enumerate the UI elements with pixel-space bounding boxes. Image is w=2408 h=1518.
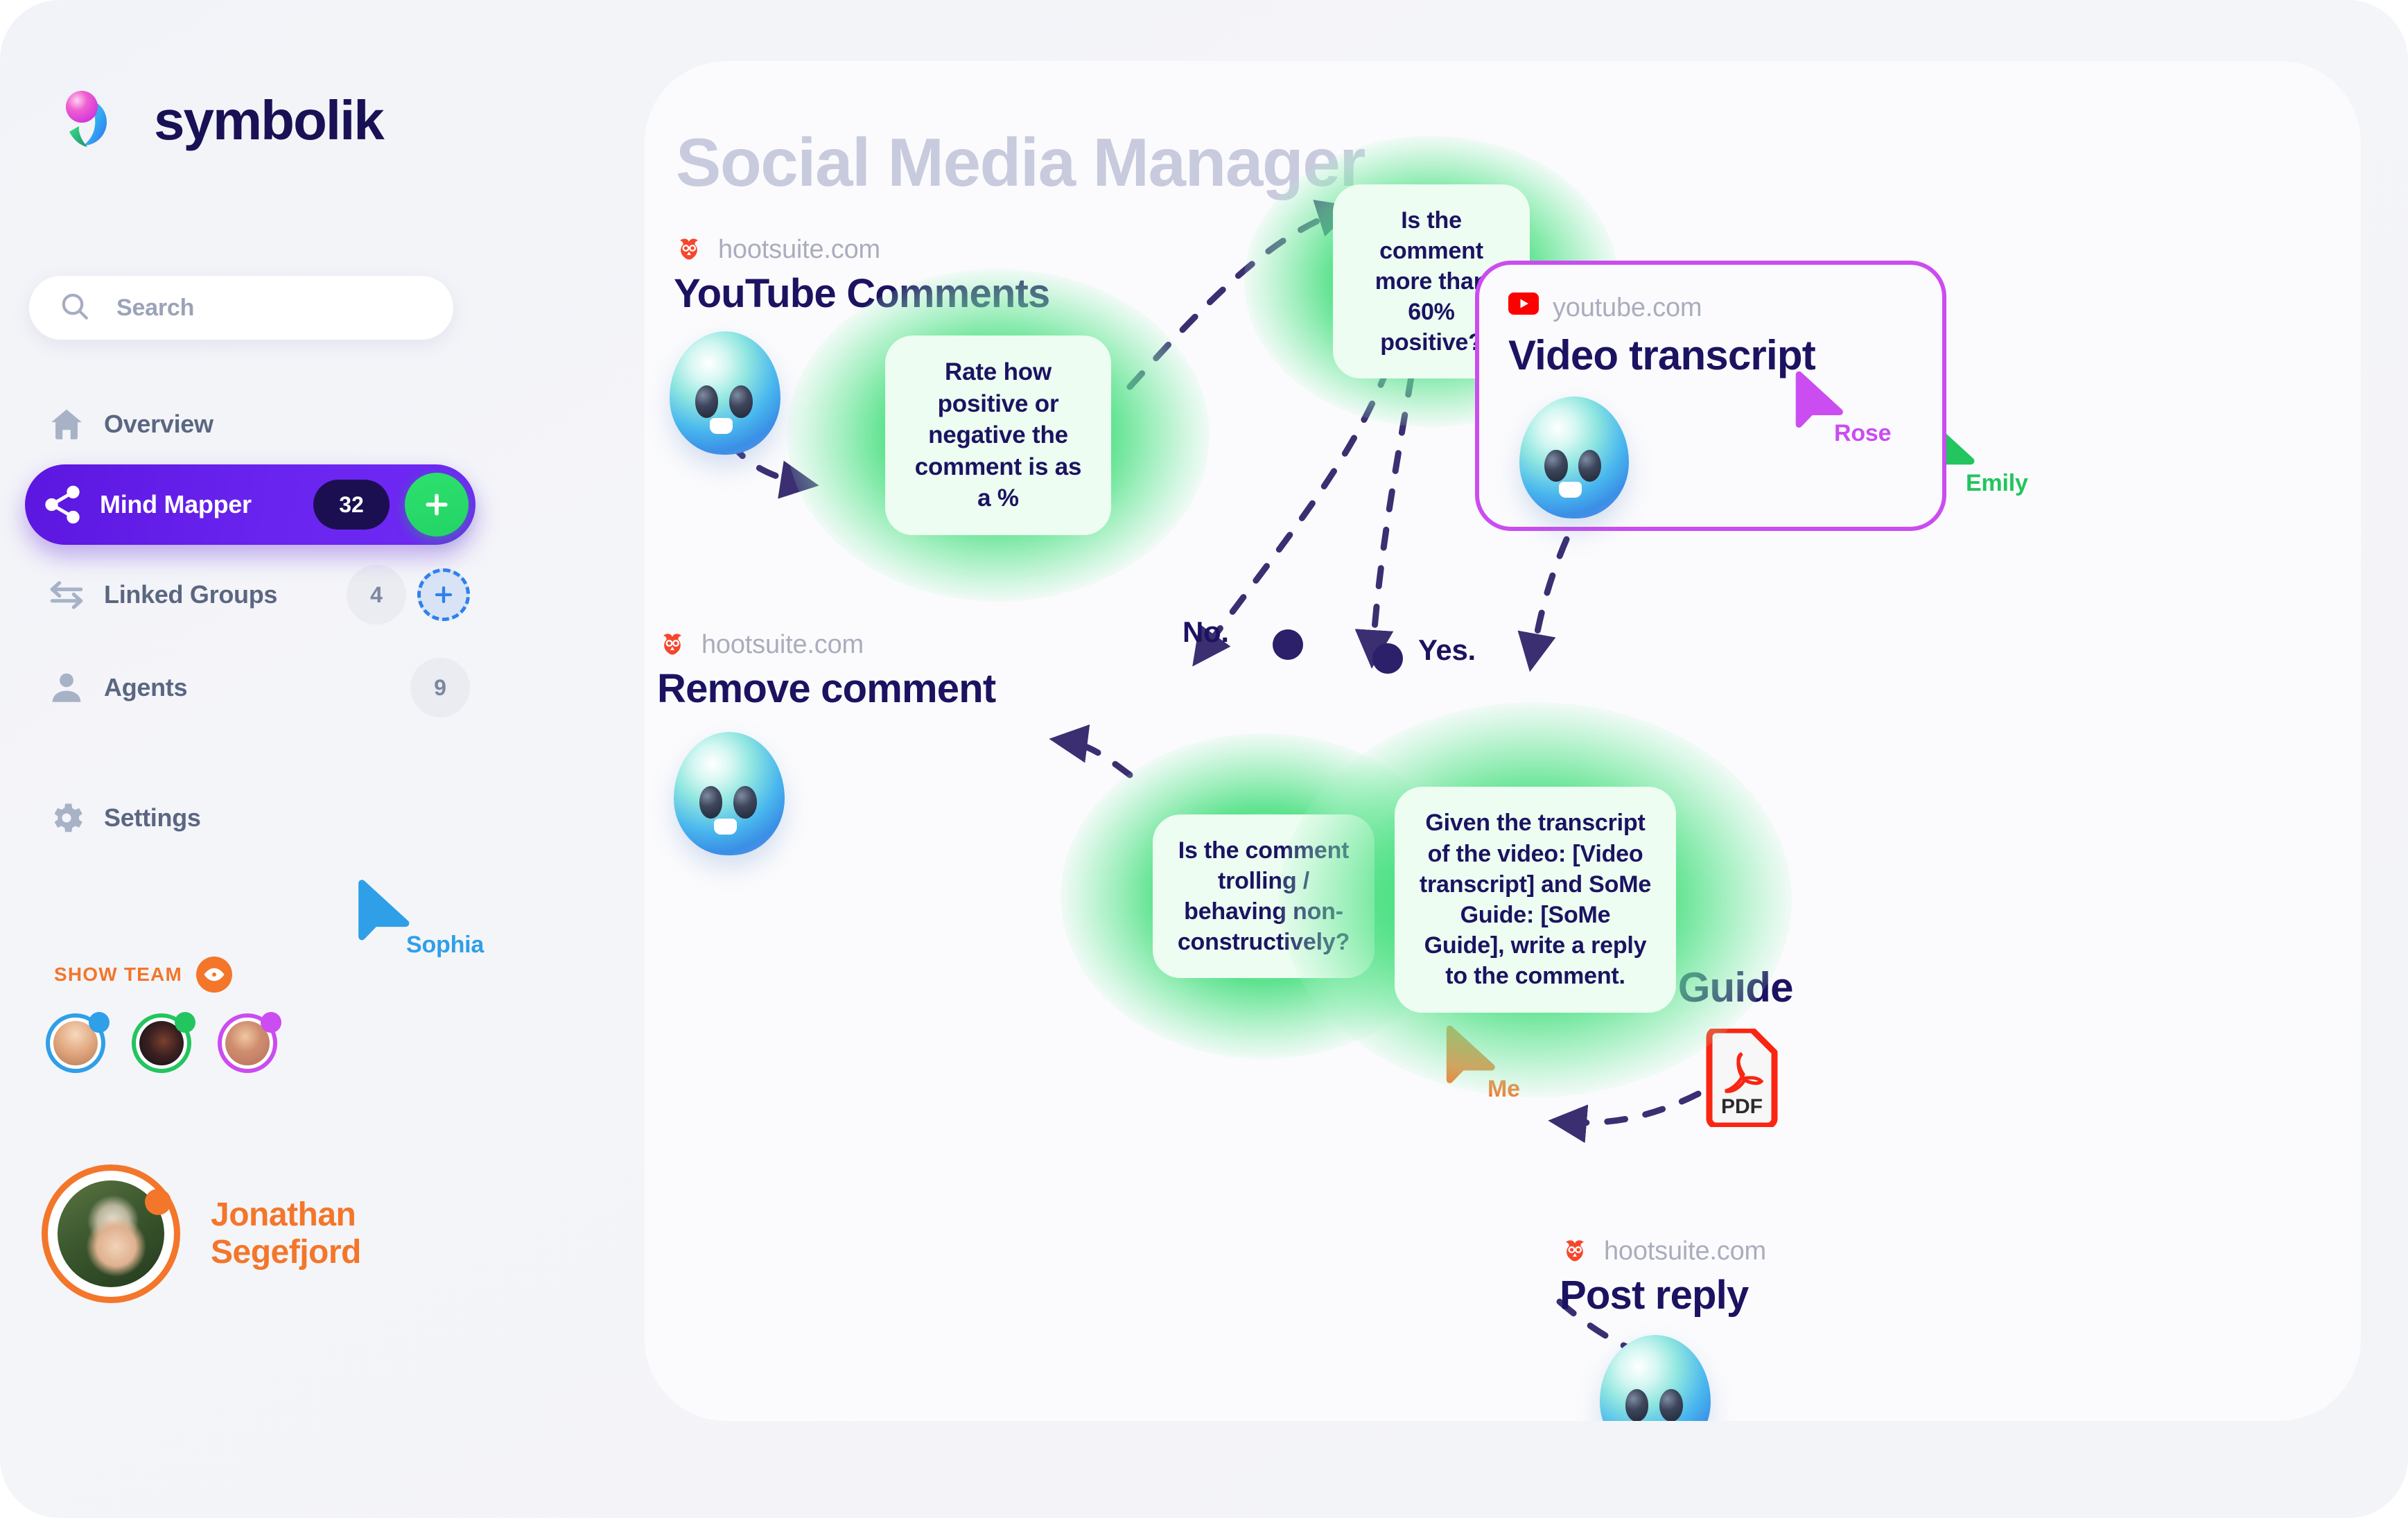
- sidebar-item-overview[interactable]: Overview: [29, 388, 470, 460]
- show-team-toggle[interactable]: SHOW TEAM: [54, 957, 233, 993]
- cursor-rose: Rose: [1792, 370, 1892, 446]
- avatar[interactable]: [218, 1012, 281, 1073]
- agent-bot-avatar[interactable]: [1519, 396, 1629, 518]
- source-domain-label: hootsuite.com: [1604, 1236, 1766, 1266]
- mind-mapper-count-badge: 32: [313, 480, 390, 530]
- transfer-arrows-icon: [29, 573, 104, 616]
- sidebar-item-label: Agents: [104, 673, 188, 701]
- sidebar-item-label: Overview: [104, 410, 213, 438]
- linked-groups-count-badge: 4: [347, 565, 406, 625]
- search-icon: [58, 290, 91, 326]
- source-video-transcript[interactable]: youtube.com Video transcript Rose: [1475, 261, 1946, 531]
- gear-icon: [29, 798, 104, 838]
- team-avatar-list: [46, 1012, 281, 1073]
- cursor-label: Rose: [1834, 420, 1892, 446]
- user-profile[interactable]: Jonathan Segefjord: [42, 1164, 361, 1303]
- app-window: symbolik Search Overview Mind Mapper 32 …: [0, 0, 2408, 1518]
- pdf-file-icon[interactable]: PDF: [1704, 1027, 1780, 1129]
- agents-count-badge: 9: [410, 658, 470, 717]
- mind-map-canvas[interactable]: Social Media Manager hootsuite.com YouTu…: [645, 61, 2361, 1421]
- node-write-reply-prompt[interactable]: Given the transcript of the video: [Vide…: [1279, 702, 1792, 1097]
- sidebar-item-mind-mapper[interactable]: Mind Mapper 32: [25, 464, 476, 545]
- search-placeholder: Search: [116, 294, 195, 321]
- avatar[interactable]: [132, 1012, 195, 1073]
- source-remove-comment[interactable]: hootsuite.com Remove comment: [657, 629, 996, 712]
- sidebar-item-agents[interactable]: Agents 9: [29, 652, 470, 724]
- share-nodes-icon: [25, 483, 100, 526]
- brand-name: symbolik: [154, 89, 385, 151]
- agent-bot-avatar[interactable]: [674, 732, 785, 855]
- youtube-icon: [1508, 293, 1539, 323]
- node-text: Given the transcript of the video: [Vide…: [1395, 787, 1676, 1013]
- cursor-label: Sophia: [406, 932, 485, 958]
- decision-label-yes: Yes.: [1418, 634, 1476, 666]
- source-domain: hootsuite.com: [1560, 1236, 1766, 1266]
- source-post-reply[interactable]: hootsuite.com Post reply: [1560, 1236, 1766, 1318]
- sidebar-item-label: Settings: [104, 803, 201, 832]
- source-domain: youtube.com: [1508, 293, 1702, 323]
- svg-text:PDF: PDF: [1721, 1095, 1763, 1118]
- sidebar-item-label: Linked Groups: [104, 580, 278, 609]
- avatar[interactable]: [46, 1012, 110, 1073]
- hootsuite-owl-icon: [1560, 1236, 1590, 1266]
- sidebar-item-label: Mind Mapper: [100, 490, 252, 518]
- source-title: Remove comment: [657, 666, 996, 711]
- source-domain: hootsuite.com: [674, 234, 1050, 265]
- source-domain-label: hootsuite.com: [701, 629, 864, 659]
- cursor-label: Emily: [1966, 470, 2028, 496]
- source-title: Video transcript: [1508, 332, 1816, 378]
- source-domain-label: youtube.com: [1553, 293, 1702, 322]
- add-mind-map-button[interactable]: [405, 473, 469, 536]
- show-team-label: SHOW TEAM: [54, 963, 183, 985]
- avatar[interactable]: [42, 1164, 180, 1303]
- cursor-sophia: Sophia: [355, 879, 484, 958]
- source-title: Post reply: [1560, 1273, 1749, 1318]
- symbolik-logo-icon: [60, 83, 134, 158]
- search-input[interactable]: Search: [29, 276, 453, 340]
- decision-dot-yes[interactable]: [1372, 643, 1403, 674]
- sidebar-item-linked-groups[interactable]: Linked Groups 4: [29, 559, 470, 631]
- decision-dot-no[interactable]: [1273, 629, 1303, 660]
- node-rate-positivity[interactable]: Rate how positive or negative the commen…: [787, 269, 1210, 602]
- user-name: Jonathan Segefjord: [211, 1196, 361, 1271]
- sidebar: symbolik Search Overview Mind Mapper 32 …: [0, 0, 624, 1518]
- source-domain: hootsuite.com: [657, 629, 995, 660]
- decision-label-no: No.: [1183, 616, 1229, 648]
- home-icon: [29, 404, 104, 444]
- source-domain-label: hootsuite.com: [718, 234, 880, 264]
- status-badge: [145, 1189, 171, 1215]
- agent-bot-avatar[interactable]: [670, 331, 780, 455]
- brand-logo[interactable]: symbolik: [60, 83, 385, 158]
- hootsuite-owl-icon: [674, 234, 704, 265]
- node-text: Rate how positive or negative the commen…: [885, 335, 1111, 535]
- eye-icon[interactable]: [196, 957, 233, 993]
- sidebar-item-settings[interactable]: Settings: [29, 782, 470, 854]
- user-icon: [29, 668, 104, 708]
- add-linked-group-button[interactable]: [417, 568, 470, 621]
- hootsuite-owl-icon: [657, 629, 688, 660]
